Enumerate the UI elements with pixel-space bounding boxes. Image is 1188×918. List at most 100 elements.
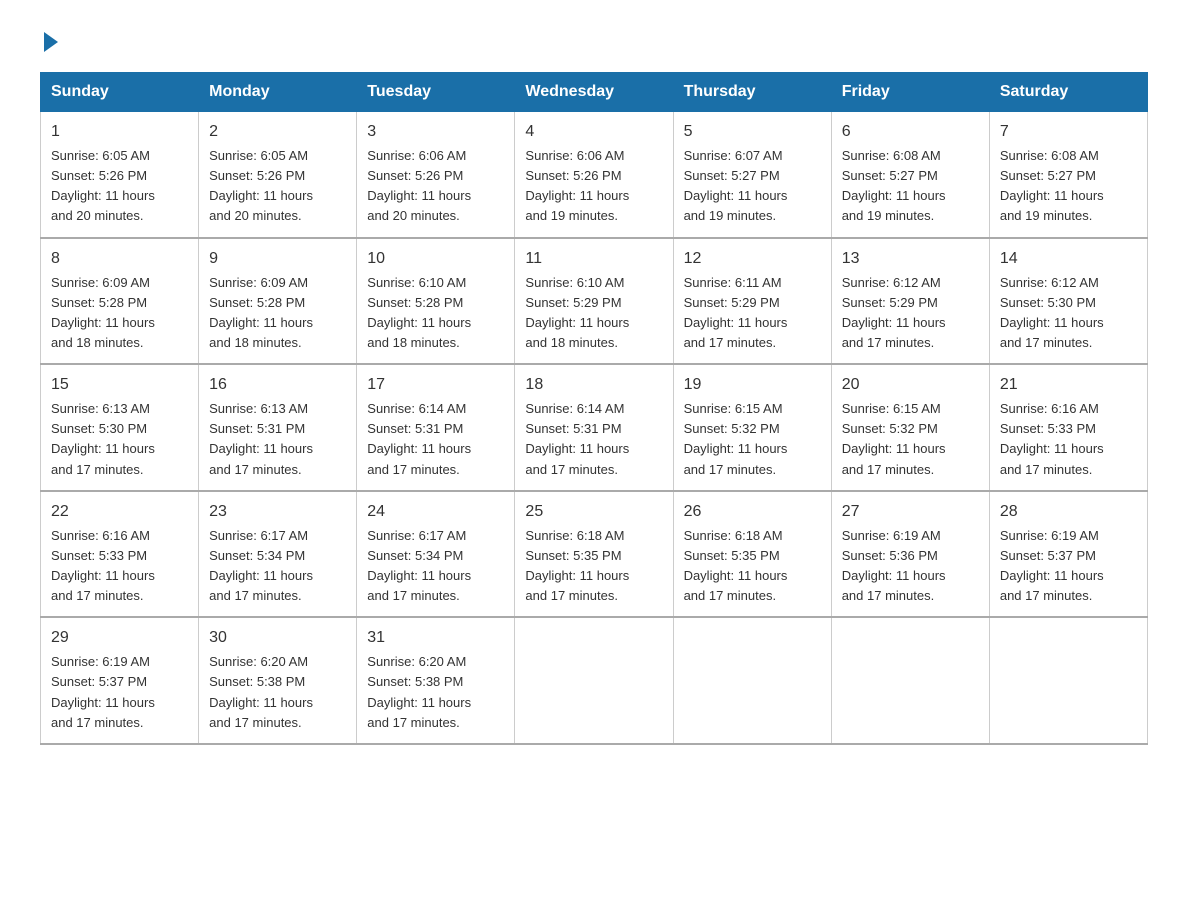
day-number: 26 [684, 500, 821, 524]
calendar-cell: 9Sunrise: 6:09 AMSunset: 5:28 PMDaylight… [199, 238, 357, 365]
day-number: 24 [367, 500, 504, 524]
day-info: Sunrise: 6:15 AMSunset: 5:32 PMDaylight:… [842, 399, 979, 480]
calendar-cell: 19Sunrise: 6:15 AMSunset: 5:32 PMDayligh… [673, 364, 831, 491]
day-number: 17 [367, 373, 504, 397]
calendar-cell: 11Sunrise: 6:10 AMSunset: 5:29 PMDayligh… [515, 238, 673, 365]
day-info: Sunrise: 6:05 AMSunset: 5:26 PMDaylight:… [209, 146, 346, 227]
calendar-header-row: SundayMondayTuesdayWednesdayThursdayFrid… [41, 73, 1148, 112]
day-info: Sunrise: 6:10 AMSunset: 5:28 PMDaylight:… [367, 273, 504, 354]
day-info: Sunrise: 6:12 AMSunset: 5:29 PMDaylight:… [842, 273, 979, 354]
week-row-3: 15Sunrise: 6:13 AMSunset: 5:30 PMDayligh… [41, 364, 1148, 491]
calendar-cell: 28Sunrise: 6:19 AMSunset: 5:37 PMDayligh… [989, 491, 1147, 618]
week-row-4: 22Sunrise: 6:16 AMSunset: 5:33 PMDayligh… [41, 491, 1148, 618]
weekday-header-monday: Monday [199, 73, 357, 112]
calendar-cell: 24Sunrise: 6:17 AMSunset: 5:34 PMDayligh… [357, 491, 515, 618]
day-number: 22 [51, 500, 188, 524]
day-number: 8 [51, 247, 188, 271]
logo [40, 30, 58, 52]
weekday-header-saturday: Saturday [989, 73, 1147, 112]
day-number: 6 [842, 120, 979, 144]
day-info: Sunrise: 6:20 AMSunset: 5:38 PMDaylight:… [209, 652, 346, 733]
weekday-header-thursday: Thursday [673, 73, 831, 112]
day-number: 28 [1000, 500, 1137, 524]
day-info: Sunrise: 6:16 AMSunset: 5:33 PMDaylight:… [1000, 399, 1137, 480]
day-info: Sunrise: 6:08 AMSunset: 5:27 PMDaylight:… [842, 146, 979, 227]
day-info: Sunrise: 6:08 AMSunset: 5:27 PMDaylight:… [1000, 146, 1137, 227]
calendar-cell [831, 617, 989, 744]
day-number: 4 [525, 120, 662, 144]
calendar-cell: 18Sunrise: 6:14 AMSunset: 5:31 PMDayligh… [515, 364, 673, 491]
calendar-cell: 13Sunrise: 6:12 AMSunset: 5:29 PMDayligh… [831, 238, 989, 365]
calendar-cell: 17Sunrise: 6:14 AMSunset: 5:31 PMDayligh… [357, 364, 515, 491]
day-number: 15 [51, 373, 188, 397]
day-info: Sunrise: 6:18 AMSunset: 5:35 PMDaylight:… [684, 526, 821, 607]
day-info: Sunrise: 6:17 AMSunset: 5:34 PMDaylight:… [209, 526, 346, 607]
day-number: 14 [1000, 247, 1137, 271]
day-number: 3 [367, 120, 504, 144]
calendar-cell: 3Sunrise: 6:06 AMSunset: 5:26 PMDaylight… [357, 112, 515, 238]
calendar-cell: 25Sunrise: 6:18 AMSunset: 5:35 PMDayligh… [515, 491, 673, 618]
day-info: Sunrise: 6:19 AMSunset: 5:36 PMDaylight:… [842, 526, 979, 607]
day-info: Sunrise: 6:14 AMSunset: 5:31 PMDaylight:… [367, 399, 504, 480]
calendar-cell: 27Sunrise: 6:19 AMSunset: 5:36 PMDayligh… [831, 491, 989, 618]
calendar-cell: 29Sunrise: 6:19 AMSunset: 5:37 PMDayligh… [41, 617, 199, 744]
day-number: 27 [842, 500, 979, 524]
day-number: 25 [525, 500, 662, 524]
week-row-1: 1Sunrise: 6:05 AMSunset: 5:26 PMDaylight… [41, 112, 1148, 238]
day-info: Sunrise: 6:18 AMSunset: 5:35 PMDaylight:… [525, 526, 662, 607]
day-info: Sunrise: 6:16 AMSunset: 5:33 PMDaylight:… [51, 526, 188, 607]
day-info: Sunrise: 6:10 AMSunset: 5:29 PMDaylight:… [525, 273, 662, 354]
calendar-cell: 10Sunrise: 6:10 AMSunset: 5:28 PMDayligh… [357, 238, 515, 365]
day-info: Sunrise: 6:14 AMSunset: 5:31 PMDaylight:… [525, 399, 662, 480]
day-number: 23 [209, 500, 346, 524]
calendar-cell: 7Sunrise: 6:08 AMSunset: 5:27 PMDaylight… [989, 112, 1147, 238]
day-number: 10 [367, 247, 504, 271]
day-info: Sunrise: 6:09 AMSunset: 5:28 PMDaylight:… [51, 273, 188, 354]
weekday-header-sunday: Sunday [41, 73, 199, 112]
calendar-cell: 15Sunrise: 6:13 AMSunset: 5:30 PMDayligh… [41, 364, 199, 491]
day-number: 1 [51, 120, 188, 144]
day-number: 11 [525, 247, 662, 271]
logo-arrow-icon [44, 32, 58, 52]
day-number: 2 [209, 120, 346, 144]
page-header [40, 30, 1148, 52]
calendar-cell: 20Sunrise: 6:15 AMSunset: 5:32 PMDayligh… [831, 364, 989, 491]
day-number: 30 [209, 626, 346, 650]
calendar-cell: 31Sunrise: 6:20 AMSunset: 5:38 PMDayligh… [357, 617, 515, 744]
day-info: Sunrise: 6:05 AMSunset: 5:26 PMDaylight:… [51, 146, 188, 227]
calendar-cell [515, 617, 673, 744]
day-number: 19 [684, 373, 821, 397]
calendar-cell [673, 617, 831, 744]
weekday-header-tuesday: Tuesday [357, 73, 515, 112]
day-info: Sunrise: 6:20 AMSunset: 5:38 PMDaylight:… [367, 652, 504, 733]
day-info: Sunrise: 6:13 AMSunset: 5:30 PMDaylight:… [51, 399, 188, 480]
day-number: 16 [209, 373, 346, 397]
calendar-cell: 2Sunrise: 6:05 AMSunset: 5:26 PMDaylight… [199, 112, 357, 238]
day-number: 13 [842, 247, 979, 271]
calendar-cell: 21Sunrise: 6:16 AMSunset: 5:33 PMDayligh… [989, 364, 1147, 491]
day-number: 5 [684, 120, 821, 144]
day-number: 9 [209, 247, 346, 271]
day-info: Sunrise: 6:11 AMSunset: 5:29 PMDaylight:… [684, 273, 821, 354]
day-number: 31 [367, 626, 504, 650]
day-number: 18 [525, 373, 662, 397]
week-row-5: 29Sunrise: 6:19 AMSunset: 5:37 PMDayligh… [41, 617, 1148, 744]
day-info: Sunrise: 6:19 AMSunset: 5:37 PMDaylight:… [51, 652, 188, 733]
calendar-table: SundayMondayTuesdayWednesdayThursdayFrid… [40, 72, 1148, 745]
day-number: 12 [684, 247, 821, 271]
calendar-cell: 22Sunrise: 6:16 AMSunset: 5:33 PMDayligh… [41, 491, 199, 618]
day-number: 7 [1000, 120, 1137, 144]
weekday-header-wednesday: Wednesday [515, 73, 673, 112]
day-info: Sunrise: 6:19 AMSunset: 5:37 PMDaylight:… [1000, 526, 1137, 607]
calendar-cell: 6Sunrise: 6:08 AMSunset: 5:27 PMDaylight… [831, 112, 989, 238]
day-info: Sunrise: 6:13 AMSunset: 5:31 PMDaylight:… [209, 399, 346, 480]
calendar-cell: 5Sunrise: 6:07 AMSunset: 5:27 PMDaylight… [673, 112, 831, 238]
day-info: Sunrise: 6:15 AMSunset: 5:32 PMDaylight:… [684, 399, 821, 480]
calendar-cell: 23Sunrise: 6:17 AMSunset: 5:34 PMDayligh… [199, 491, 357, 618]
calendar-cell: 14Sunrise: 6:12 AMSunset: 5:30 PMDayligh… [989, 238, 1147, 365]
day-info: Sunrise: 6:07 AMSunset: 5:27 PMDaylight:… [684, 146, 821, 227]
day-number: 29 [51, 626, 188, 650]
calendar-cell: 30Sunrise: 6:20 AMSunset: 5:38 PMDayligh… [199, 617, 357, 744]
calendar-cell: 4Sunrise: 6:06 AMSunset: 5:26 PMDaylight… [515, 112, 673, 238]
day-number: 20 [842, 373, 979, 397]
